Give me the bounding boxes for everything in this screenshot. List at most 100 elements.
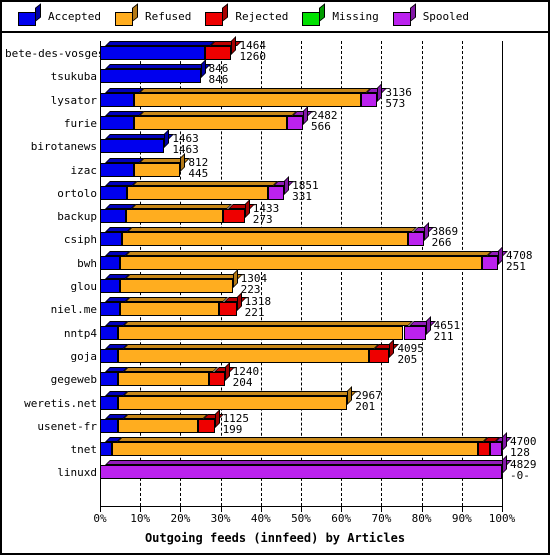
bar-segment-top [131,204,233,210]
chart-row: izac 812 445 [2,152,548,181]
bar-segment-refused [118,395,348,410]
bar-value-secondary: 211 [433,329,454,343]
y-axis-label-goja: goja [70,349,98,363]
chart-page: Accepted Refused Rejected Missing Spooled be… [0,0,550,555]
bar-segment-top [125,297,229,303]
bar-segment-side [497,245,503,265]
chart-row: furie 2482 566 [2,105,548,134]
bar-segment-side [389,338,395,358]
bar-value-total: 4651 [433,318,461,332]
bar-segment-accepted [100,69,201,84]
bar-value-total: 812 [188,155,209,169]
bar-value-labels: 2967 201 [355,390,382,412]
bar-segment-spooled [268,185,285,200]
cube-icon [18,2,41,26]
bar-segment-accepted [100,46,205,60]
bar-segment-top [105,41,215,46]
bar-segment-refused [120,255,482,270]
y-axis-label-izac: izac [70,163,98,177]
bar-value-labels: 1304 223 [241,273,268,295]
chart-row: niel.me 1318 221 [2,292,548,320]
bar-value-total: 3136 [385,85,412,99]
bar-segment-side [200,59,206,79]
bar-segment-top [125,250,492,256]
bar-segment-top [127,227,418,233]
bar-segment-top [123,320,414,326]
legend-label: Refused [144,10,192,23]
cube-icon [205,2,229,26]
bar-segment-spooled [361,92,378,107]
bar-segment-side [502,455,507,475]
y-axis-label-usenet-fr: usenet-fr [37,419,97,433]
bar-value-labels: 2482 566 [311,110,338,132]
chart-row: bwh 4708 251 [2,245,548,274]
y-axis-label-birotanews: birotanews [30,140,97,154]
bar-value-labels: 1433 273 [253,203,280,225]
x-tick-label: 0% [93,512,107,525]
bar-segment-refused [122,232,408,247]
bar-value-secondary: 1463 [172,143,199,157]
bar-value-labels: 1125 199 [223,413,250,435]
bar-segment-refused [118,418,199,433]
bar-segment-refused [112,442,478,457]
bar-segment-accepted [100,209,127,224]
bar-segment-top [139,110,297,116]
bar-segment-refused [134,115,287,130]
y-axis-label-backup: backup [57,210,97,224]
bar-segment-side [231,36,237,55]
bar-segment-accepted [100,139,165,154]
legend-item-accepted: Accepted [18,2,101,26]
bar-segment-spooled [407,232,424,247]
bar-segment-side [284,175,290,195]
y-axis-label-lysator: lysator [50,93,97,107]
y-axis-label-niel.me: niel.me [50,303,97,317]
bar-segment-refused [120,302,219,317]
bar-value-secondary: 331 [292,189,312,203]
cube-icon [302,2,326,26]
y-axis-label-ortolo: ortolo [57,186,97,200]
bar-segment-refused [134,162,181,177]
y-axis-label-furie: furie [63,116,97,130]
bar-segment-accepted [100,255,121,270]
chart-row: birotanews 1463 1463 [2,129,548,157]
legend-item-missing: Missing [302,2,379,26]
bar-value-labels: 1851 331 [292,180,319,202]
chart-plot-area: bete-des-vosges 1464 1260 tsukuba 846 846 lysa… [2,33,548,553]
bar-segment-accepted [100,279,121,293]
bar-segment-side [236,292,242,312]
chart-row: usenet-fr 1125 199 [2,408,548,437]
bar-value-secondary: 221 [244,306,265,320]
x-tick-label: 70% [371,512,392,525]
bar-segment-accepted [100,115,135,130]
bar-segment-refused [118,348,370,363]
legend-label: Accepted [48,10,101,23]
bar-segment-rejected [208,372,225,387]
bar-segment-top [123,367,219,373]
bar-segment-rejected [218,302,237,317]
cube-icon [392,2,416,26]
chart-row: tnet 4700 128 [2,432,548,460]
bar-value-labels: 4651 211 [434,320,461,342]
bar-value-labels: 4829 -0- [510,459,537,481]
bar-value-labels: 3136 573 [385,87,412,109]
bar-segment-accepted [100,395,119,410]
bar-value-secondary: 445 [188,166,209,180]
bar-segment-accepted [100,372,119,387]
bar-segment-spooled [403,325,426,340]
cube-icon [114,2,138,26]
bar-segment-top [105,87,145,93]
bar-value-secondary: 266 [431,236,452,250]
y-axis-label-linuxd: linuxd [57,466,97,480]
y-axis-label-nntp4: nntp4 [63,326,97,340]
bar-segment-top [139,87,372,93]
bar-value-secondary: 573 [385,96,406,110]
bar-segment-side [244,199,250,219]
bar-segment-accepted [100,348,119,363]
bar-value-secondary: 251 [505,259,526,273]
bar-segment-rejected [222,209,245,224]
x-tick-label: 30% [210,512,231,525]
chart-row: ortolo 1851 331 [2,175,548,204]
y-axis-label-gegeweb: gegeweb [50,373,97,387]
x-tick-label: 60% [331,512,352,525]
chart-row: linuxd 4829 -0- [2,455,548,483]
